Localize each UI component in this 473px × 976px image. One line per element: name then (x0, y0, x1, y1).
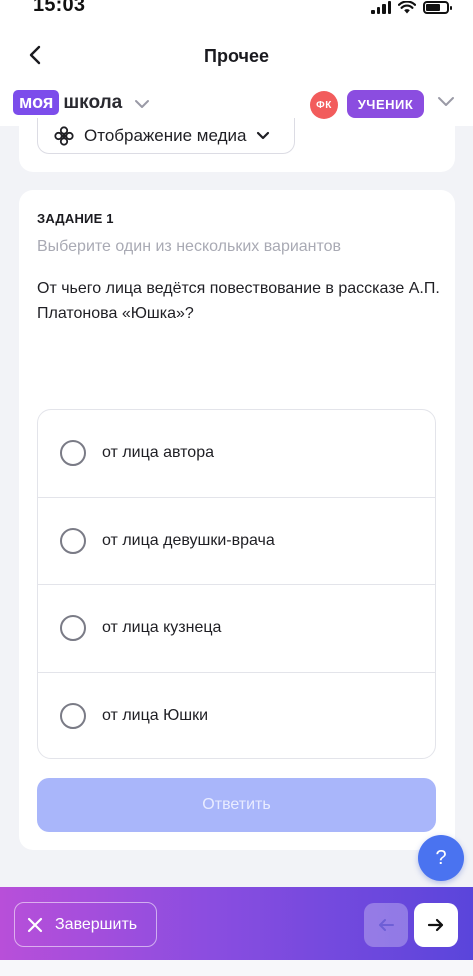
logo-part-shkola: школа (63, 91, 123, 113)
logo-part-moya: моя (13, 90, 60, 115)
wifi-icon (398, 0, 416, 13)
radio-button[interactable] (60, 615, 86, 642)
answer-option-label: от лица девушки-врача (102, 531, 275, 549)
next-task-button[interactable] (414, 903, 458, 947)
flower-settings-icon (54, 125, 74, 146)
status-icons (371, 0, 452, 14)
task-question: От чьего лица ведётся повествование в ра… (37, 280, 440, 322)
home-indicator-area (0, 960, 473, 976)
help-button[interactable]: ? (418, 835, 464, 881)
answer-option[interactable]: от лица кузнеца (38, 585, 435, 673)
finish-label: Завершить (55, 915, 138, 933)
arrow-right-icon (427, 918, 444, 932)
answer-option[interactable]: от лица автора (38, 410, 435, 498)
previous-task-button[interactable] (364, 903, 408, 947)
radio-button[interactable] (60, 703, 86, 730)
role-badge[interactable]: УЧЕНИК (347, 90, 424, 118)
user-avatar[interactable]: ФК (310, 91, 338, 119)
task-heading: ЗАДАНИЕ 1 (37, 211, 114, 226)
chevron-down-icon (135, 99, 150, 108)
role-chevron-down-icon[interactable] (437, 95, 455, 107)
answer-option[interactable]: от лица девушки-врача (38, 498, 435, 585)
chevron-down-icon (257, 131, 270, 139)
submit-answer-button[interactable]: Ответить (37, 778, 436, 832)
answer-option-label: от лица кузнеца (102, 619, 222, 637)
radio-button[interactable] (60, 440, 86, 467)
finish-button[interactable]: Завершить (14, 902, 157, 947)
task-hint: Выберите один из нескольких вариантов (37, 238, 342, 255)
status-bar: 15:03 (0, 0, 473, 22)
radio-button[interactable] (60, 527, 86, 554)
media-display-button[interactable]: Отображение медиа (37, 118, 295, 154)
battery-icon (423, 0, 452, 14)
cellular-signal-icon (371, 0, 391, 14)
media-card: Отображение медиа (19, 118, 455, 172)
answer-options: от лица автора от лица девушки-врача от … (37, 409, 436, 759)
arrow-left-icon (379, 919, 394, 931)
media-display-label: Отображение медиа (84, 125, 247, 145)
answer-option[interactable]: от лица Юшки (38, 673, 435, 759)
answer-option-label: от лица автора (102, 444, 214, 462)
task-card: ЗАДАНИЕ 1 Выберите один из нескольких ва… (19, 190, 455, 850)
bottom-action-bar: Завершить (0, 887, 473, 960)
nav-bar: Прочее (0, 22, 473, 86)
answer-option-label: от лица Юшки (102, 707, 209, 725)
close-icon (27, 917, 43, 932)
app-logo[interactable]: моя школа (13, 90, 150, 115)
status-time: 15:03 (33, 0, 86, 16)
page-title: Прочее (204, 46, 269, 66)
